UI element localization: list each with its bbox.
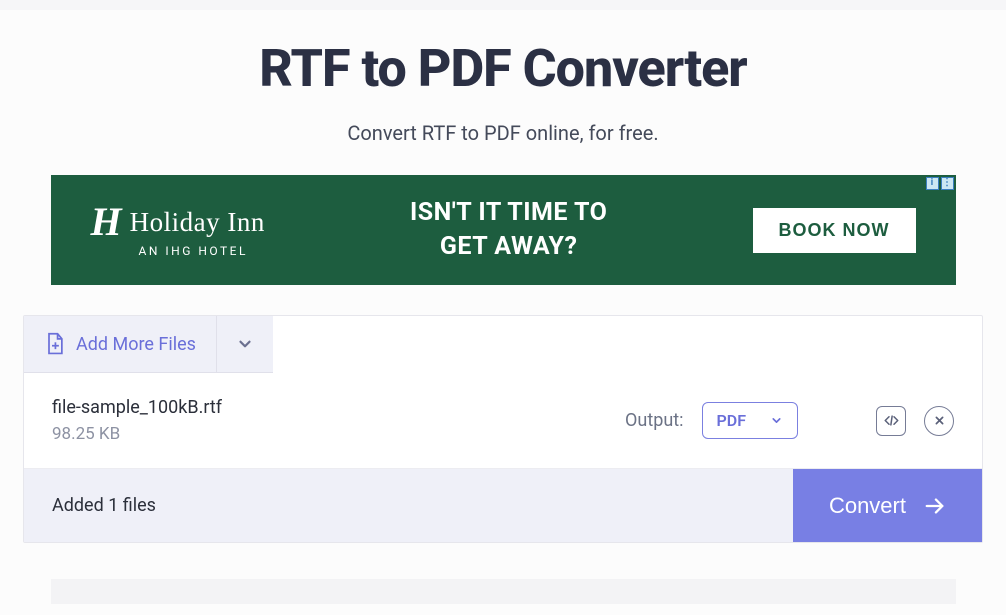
main-container: RTF to PDF Converter Convert RTF to PDF … xyxy=(0,20,1006,604)
ad-banner[interactable]: i ⋮ H Holiday Inn AN IHG HOTEL ISN'T IT … xyxy=(51,175,956,285)
ad-headline: ISN'T IT TIME TO GET AWAY? xyxy=(410,196,607,264)
page-title: RTF to PDF Converter xyxy=(0,38,1006,99)
status-text: Added 1 files xyxy=(24,469,793,542)
arrow-right-icon xyxy=(924,495,946,517)
close-icon xyxy=(932,413,947,428)
ad-cta-button[interactable]: BOOK NOW xyxy=(753,208,916,253)
chevron-down-icon xyxy=(236,335,254,353)
ad-logo-name: Holiday Inn xyxy=(130,207,265,238)
chevron-down-icon xyxy=(770,414,783,427)
embed-code-button[interactable] xyxy=(876,406,906,436)
add-files-toolbar: Add More Files xyxy=(24,316,273,373)
ad-logo: H Holiday Inn AN IHG HOTEL xyxy=(91,202,265,258)
convert-label: Convert xyxy=(829,493,906,519)
ad-line1: ISN'T IT TIME TO xyxy=(410,196,607,230)
convert-button[interactable]: Convert xyxy=(793,469,982,542)
file-name: file-sample_100kB.rtf xyxy=(52,397,222,418)
add-files-button[interactable]: Add More Files xyxy=(24,316,217,372)
file-size: 98.25 KB xyxy=(52,424,222,444)
add-file-icon xyxy=(44,332,66,356)
remove-file-button[interactable] xyxy=(924,406,954,436)
file-info: file-sample_100kB.rtf 98.25 KB xyxy=(52,397,222,444)
ad-line2: GET AWAY? xyxy=(410,230,607,264)
add-files-dropdown[interactable] xyxy=(217,316,273,372)
output-label: Output: xyxy=(625,410,683,431)
ad-logo-initial: H xyxy=(91,202,122,242)
file-panel: Add More Files file-sample_100kB.rtf 98.… xyxy=(23,315,983,543)
add-files-label: Add More Files xyxy=(76,334,196,355)
page-subtitle: Convert RTF to PDF online, for free. xyxy=(0,121,1006,145)
file-row: file-sample_100kB.rtf 98.25 KB Output: P… xyxy=(24,373,982,469)
ad-info-icon[interactable]: i xyxy=(926,177,939,190)
code-icon xyxy=(884,413,899,428)
top-strip xyxy=(0,0,1006,10)
ad-logo-tagline: AN IHG HOTEL xyxy=(91,244,248,258)
file-actions: Output: PDF xyxy=(625,402,954,439)
output-format-select[interactable]: PDF xyxy=(702,402,798,439)
bottom-placeholder xyxy=(51,579,956,604)
panel-footer: Added 1 files Convert xyxy=(24,469,982,542)
output-format-value: PDF xyxy=(717,411,746,430)
ad-options-icon[interactable]: ⋮ xyxy=(941,177,954,190)
ad-badges: i ⋮ xyxy=(926,177,954,190)
